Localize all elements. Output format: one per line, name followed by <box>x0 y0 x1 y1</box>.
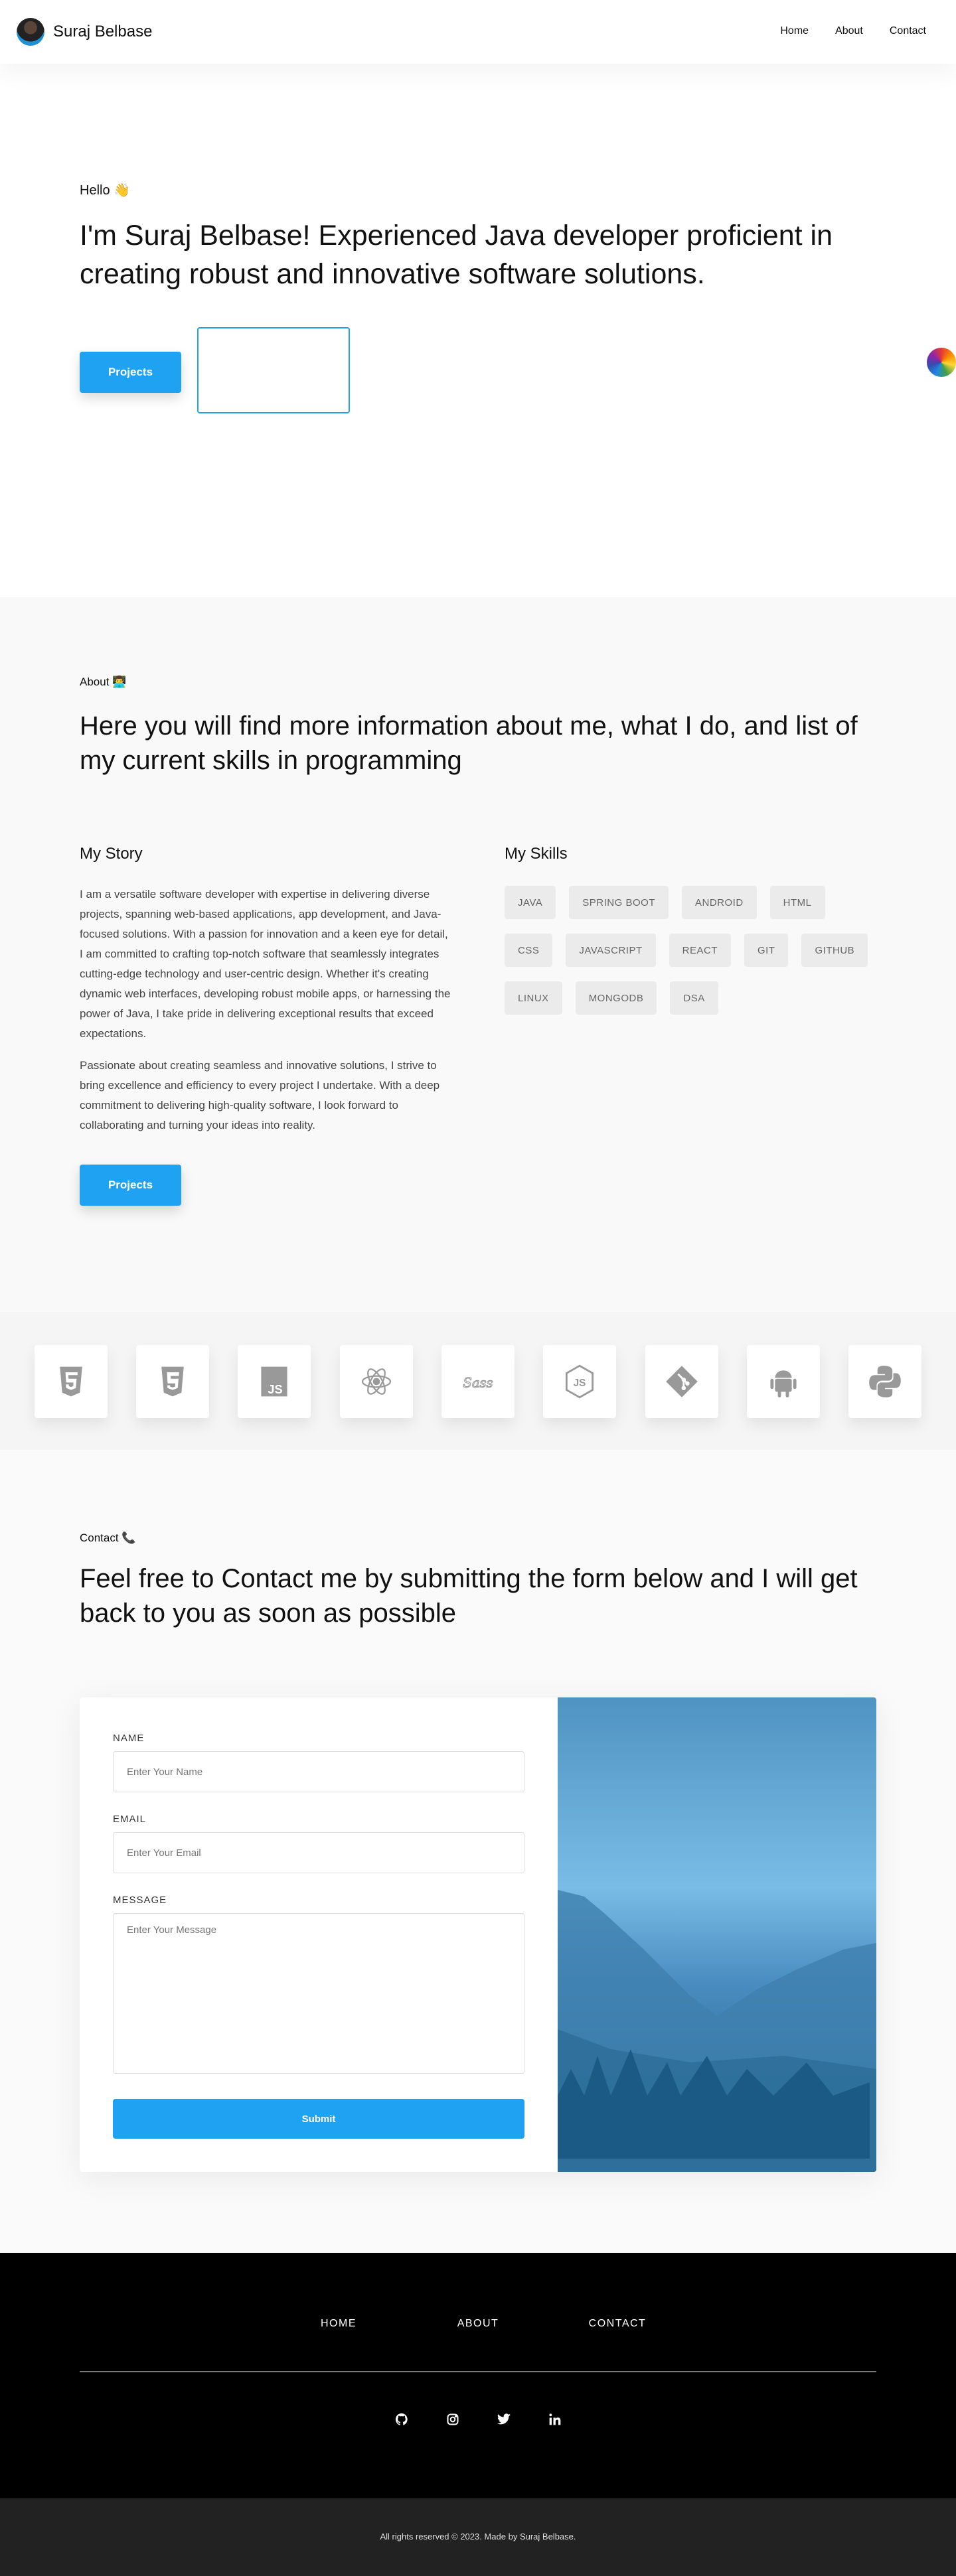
skills-list: JAVA SPRING BOOT ANDROID HTML CSS JAVASC… <box>505 886 876 1015</box>
message-textarea[interactable] <box>113 1913 524 2074</box>
about-heading: Here you will find more information abou… <box>80 711 858 775</box>
hero-outline-button[interactable] <box>197 327 350 413</box>
skill-tag: ANDROID <box>681 886 757 919</box>
contact-heading: Feel free to Contact me by submitting th… <box>80 1564 858 1628</box>
svg-text:JS: JS <box>574 1378 586 1389</box>
skill-tag: JAVASCRIPT <box>566 934 656 967</box>
skill-tag: GIT <box>744 934 789 967</box>
skill-tag: LINUX <box>505 981 562 1015</box>
about-projects-button[interactable]: Projects <box>80 1165 181 1206</box>
contact-section: Contact 📞 Feel free to Contact me by sub… <box>0 1450 956 2253</box>
skill-tag: MONGODB <box>575 981 657 1015</box>
story-paragraph: I am a versatile software developer with… <box>80 888 451 1040</box>
skill-tag: GITHUB <box>801 934 868 967</box>
footer: HOME ABOUT CONTACT <box>0 2253 956 2498</box>
mountain-image <box>558 1697 876 2172</box>
skill-tag: REACT <box>669 934 731 967</box>
svg-text:JS: JS <box>268 1383 282 1396</box>
linkedin-icon[interactable] <box>548 2412 562 2427</box>
copyright-text: All rights reserved © 2023. Made by Sura… <box>380 2532 576 2541</box>
name-input[interactable] <box>113 1751 524 1792</box>
about-label: About 👨‍💻 <box>80 676 127 688</box>
avatar[interactable] <box>17 18 44 46</box>
hero-headline: I'm Suraj Belbase! Experienced Java deve… <box>80 220 833 290</box>
github-icon[interactable] <box>394 2412 409 2427</box>
android-icon <box>747 1345 820 1418</box>
message-label: MESSAGE <box>113 1895 167 1906</box>
instagram-icon[interactable] <box>445 2412 460 2427</box>
color-wheel-icon[interactable] <box>927 348 956 377</box>
skill-tag: CSS <box>505 934 553 967</box>
css3-icon <box>136 1345 209 1418</box>
skills-title: My Skills <box>505 845 568 863</box>
skill-tag: SPRING BOOT <box>569 886 669 919</box>
skill-tag: HTML <box>769 886 825 919</box>
svg-text:Sass: Sass <box>463 1375 493 1390</box>
story-paragraph: Passionate about creating seamless and i… <box>80 1059 440 1131</box>
copyright-bar: All rights reserved © 2023. Made by Sura… <box>0 2498 956 2576</box>
name-label: NAME <box>113 1733 145 1744</box>
nav-about[interactable]: About <box>835 25 863 37</box>
python-icon <box>848 1345 921 1418</box>
twitter-icon[interactable] <box>497 2412 511 2427</box>
email-label: EMAIL <box>113 1814 147 1825</box>
contact-label: Contact 📞 <box>80 1532 136 1544</box>
tech-icons-band: JS Sass JS <box>0 1312 956 1450</box>
submit-button[interactable]: Submit <box>113 2099 524 2139</box>
react-icon <box>340 1345 413 1418</box>
footer-nav: HOME ABOUT CONTACT <box>0 2318 956 2330</box>
brand-name[interactable]: Suraj Belbase <box>53 23 152 41</box>
hero-greeting: Hello 👋 <box>80 183 131 198</box>
story-text: I am a versatile software developer with… <box>80 885 451 1147</box>
footer-contact[interactable]: CONTACT <box>548 2318 687 2330</box>
footer-home[interactable]: HOME <box>269 2318 408 2330</box>
sass-icon: Sass <box>441 1345 515 1418</box>
nav-links: Home About Contact <box>780 25 926 37</box>
navbar: Suraj Belbase Home About Contact <box>0 0 956 64</box>
javascript-icon: JS <box>238 1345 311 1418</box>
skill-tag: JAVA <box>505 886 556 919</box>
footer-about[interactable]: ABOUT <box>408 2318 548 2330</box>
nav-home[interactable]: Home <box>780 25 809 37</box>
hero-section: Hello 👋 I'm Suraj Belbase! Experienced J… <box>0 64 956 597</box>
skill-tag: DSA <box>670 981 718 1015</box>
hero-projects-button[interactable]: Projects <box>80 352 181 393</box>
nav-contact[interactable]: Contact <box>890 25 926 37</box>
nodejs-icon: JS <box>543 1345 616 1418</box>
footer-divider <box>80 2371 876 2372</box>
git-icon <box>645 1345 718 1418</box>
contact-form: NAME EMAIL MESSAGE Submit <box>80 1697 876 2172</box>
story-title: My Story <box>80 845 143 863</box>
email-input[interactable] <box>113 1832 524 1873</box>
social-links <box>0 2412 956 2427</box>
about-section: About 👨‍💻 Here you will find more inform… <box>0 597 956 1312</box>
html5-icon <box>35 1345 108 1418</box>
